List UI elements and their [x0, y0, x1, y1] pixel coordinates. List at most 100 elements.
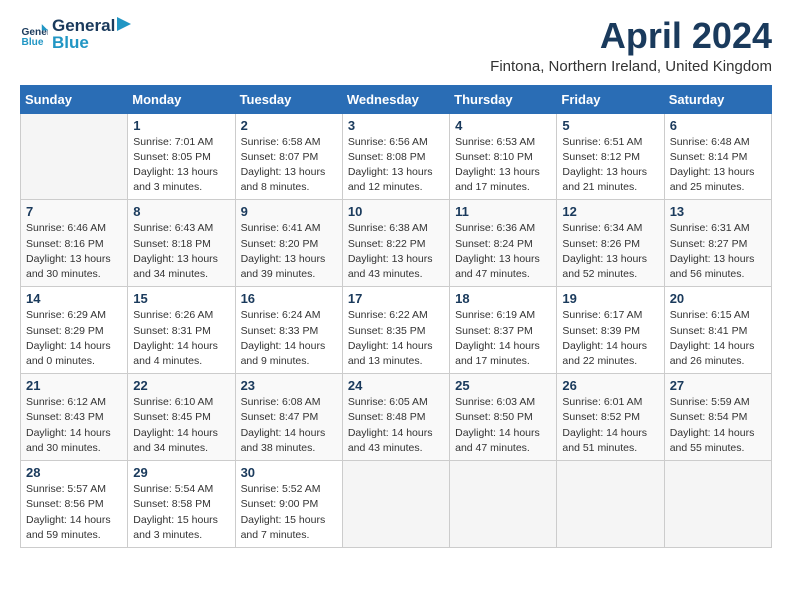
col-saturday: Saturday	[664, 85, 771, 113]
calendar-table: Sunday Monday Tuesday Wednesday Thursday…	[20, 85, 772, 548]
day-number: 18	[455, 291, 551, 306]
table-row	[557, 461, 664, 548]
day-number: 1	[133, 118, 229, 133]
col-thursday: Thursday	[450, 85, 557, 113]
logo-blue: Blue	[52, 33, 131, 53]
day-detail: Sunrise: 6:22 AMSunset: 8:35 PMDaylight:…	[348, 308, 444, 369]
table-row: 4Sunrise: 6:53 AMSunset: 8:10 PMDaylight…	[450, 113, 557, 200]
table-row: 21 Sunrise: 6:12 AMSunset: 8:43 PMDayligh…	[21, 374, 128, 461]
day-number: 19	[562, 291, 658, 306]
subtitle: Fintona, Northern Ireland, United Kingdo…	[490, 58, 772, 75]
day-number: 4	[455, 118, 551, 133]
day-number: 23	[241, 378, 337, 393]
logo-arrow	[117, 17, 131, 31]
title-block: April 2024 Fintona, Northern Ireland, Un…	[490, 16, 772, 75]
main-title: April 2024	[490, 16, 772, 56]
table-row: 27Sunrise: 5:59 AMSunset: 8:54 PMDayligh…	[664, 374, 771, 461]
svg-text:Blue: Blue	[22, 37, 44, 48]
week-row-3: 14 Sunrise: 6:29 AMSunset: 8:29 PMDayligh…	[21, 287, 772, 374]
day-number: 7	[26, 204, 122, 219]
day-detail: Sunrise: 6:03 AMSunset: 8:50 PMDaylight:…	[455, 395, 551, 456]
table-row: 13Sunrise: 6:31 AMSunset: 8:27 PMDayligh…	[664, 200, 771, 287]
day-detail: Sunrise: 6:17 AMSunset: 8:39 PMDaylight:…	[562, 308, 658, 369]
day-detail: Sunrise: 6:12 AMSunset: 8:43 PMDaylight:…	[26, 395, 122, 456]
day-detail: Sunrise: 6:08 AMSunset: 8:47 PMDaylight:…	[241, 395, 337, 456]
table-row: 20Sunrise: 6:15 AMSunset: 8:41 PMDayligh…	[664, 287, 771, 374]
day-detail: Sunrise: 6:58 AMSunset: 8:07 PMDaylight:…	[241, 135, 337, 196]
day-number: 30	[241, 465, 337, 480]
table-row: 3 Sunrise: 6:56 AMSunset: 8:08 PMDaylight…	[342, 113, 449, 200]
table-row: 15Sunrise: 6:26 AMSunset: 8:31 PMDayligh…	[128, 287, 235, 374]
day-detail: Sunrise: 6:43 AMSunset: 8:18 PMDaylight:…	[133, 221, 229, 282]
day-detail: Sunrise: 5:59 AMSunset: 8:54 PMDaylight:…	[670, 395, 766, 456]
table-row: 1Sunrise: 7:01 AMSunset: 8:05 PMDaylight…	[128, 113, 235, 200]
table-row	[664, 461, 771, 548]
day-number: 29	[133, 465, 229, 480]
day-detail: Sunrise: 6:01 AMSunset: 8:52 PMDaylight:…	[562, 395, 658, 456]
day-number: 9	[241, 204, 337, 219]
day-number: 13	[670, 204, 766, 219]
day-detail: Sunrise: 6:26 AMSunset: 8:31 PMDaylight:…	[133, 308, 229, 369]
table-row: 14 Sunrise: 6:29 AMSunset: 8:29 PMDayligh…	[21, 287, 128, 374]
day-number: 25	[455, 378, 551, 393]
table-row: 16Sunrise: 6:24 AMSunset: 8:33 PMDayligh…	[235, 287, 342, 374]
week-row-5: 28Sunrise: 5:57 AMSunset: 8:56 PMDayligh…	[21, 461, 772, 548]
day-number: 3	[348, 118, 444, 133]
table-row: 29 Sunrise: 5:54 AMSunset: 8:58 PMDayligh…	[128, 461, 235, 548]
table-row: 25 Sunrise: 6:03 AMSunset: 8:50 PMDayligh…	[450, 374, 557, 461]
day-detail: Sunrise: 6:56 AMSunset: 8:08 PMDaylight:…	[348, 135, 444, 196]
day-number: 6	[670, 118, 766, 133]
table-row: 24Sunrise: 6:05 AMSunset: 8:48 PMDayligh…	[342, 374, 449, 461]
day-detail: Sunrise: 6:38 AMSunset: 8:22 PMDaylight:…	[348, 221, 444, 282]
week-row-2: 7Sunrise: 6:46 AMSunset: 8:16 PMDaylight…	[21, 200, 772, 287]
logo-icon: General Blue	[20, 21, 48, 49]
table-row: 17Sunrise: 6:22 AMSunset: 8:35 PMDayligh…	[342, 287, 449, 374]
day-number: 2	[241, 118, 337, 133]
col-wednesday: Wednesday	[342, 85, 449, 113]
table-row: 30 Sunrise: 5:52 AMSunset: 9:00 PMDayligh…	[235, 461, 342, 548]
week-row-4: 21 Sunrise: 6:12 AMSunset: 8:43 PMDayligh…	[21, 374, 772, 461]
col-friday: Friday	[557, 85, 664, 113]
table-row: 10Sunrise: 6:38 AMSunset: 8:22 PMDayligh…	[342, 200, 449, 287]
day-detail: Sunrise: 6:34 AMSunset: 8:26 PMDaylight:…	[562, 221, 658, 282]
day-detail: Sunrise: 5:54 AMSunset: 8:58 PMDaylight:…	[133, 482, 229, 543]
day-number: 21	[26, 378, 122, 393]
logo: General Blue General Blue	[20, 16, 131, 53]
page: General Blue General Blue April 2024 Fin…	[0, 0, 792, 612]
day-detail: Sunrise: 6:15 AMSunset: 8:41 PMDaylight:…	[670, 308, 766, 369]
day-number: 12	[562, 204, 658, 219]
day-detail: Sunrise: 6:19 AMSunset: 8:37 PMDaylight:…	[455, 308, 551, 369]
day-number: 5	[562, 118, 658, 133]
table-row: 26 Sunrise: 6:01 AMSunset: 8:52 PMDayligh…	[557, 374, 664, 461]
header: General Blue General Blue April 2024 Fin…	[20, 16, 772, 75]
table-row: 28Sunrise: 5:57 AMSunset: 8:56 PMDayligh…	[21, 461, 128, 548]
col-sunday: Sunday	[21, 85, 128, 113]
day-detail: Sunrise: 6:36 AMSunset: 8:24 PMDaylight:…	[455, 221, 551, 282]
table-row: 2 Sunrise: 6:58 AMSunset: 8:07 PMDaylight…	[235, 113, 342, 200]
table-row: 9 Sunrise: 6:41 AMSunset: 8:20 PMDaylight…	[235, 200, 342, 287]
day-detail: Sunrise: 6:29 AMSunset: 8:29 PMDaylight:…	[26, 308, 122, 369]
day-number: 22	[133, 378, 229, 393]
table-row: 7Sunrise: 6:46 AMSunset: 8:16 PMDaylight…	[21, 200, 128, 287]
day-number: 14	[26, 291, 122, 306]
day-number: 11	[455, 204, 551, 219]
table-row: 19 Sunrise: 6:17 AMSunset: 8:39 PMDayligh…	[557, 287, 664, 374]
col-monday: Monday	[128, 85, 235, 113]
table-row	[21, 113, 128, 200]
day-number: 26	[562, 378, 658, 393]
table-row: 18 Sunrise: 6:19 AMSunset: 8:37 PMDayligh…	[450, 287, 557, 374]
header-row: Sunday Monday Tuesday Wednesday Thursday…	[21, 85, 772, 113]
table-row: 5 Sunrise: 6:51 AMSunset: 8:12 PMDaylight…	[557, 113, 664, 200]
table-row: 22Sunrise: 6:10 AMSunset: 8:45 PMDayligh…	[128, 374, 235, 461]
day-detail: Sunrise: 6:51 AMSunset: 8:12 PMDaylight:…	[562, 135, 658, 196]
day-detail: Sunrise: 6:48 AMSunset: 8:14 PMDaylight:…	[670, 135, 766, 196]
day-detail: Sunrise: 5:52 AMSunset: 9:00 PMDaylight:…	[241, 482, 337, 543]
day-detail: Sunrise: 6:41 AMSunset: 8:20 PMDaylight:…	[241, 221, 337, 282]
day-number: 28	[26, 465, 122, 480]
table-row: 11 Sunrise: 6:36 AMSunset: 8:24 PMDayligh…	[450, 200, 557, 287]
table-row: 6 Sunrise: 6:48 AMSunset: 8:14 PMDaylight…	[664, 113, 771, 200]
table-row: 8 Sunrise: 6:43 AMSunset: 8:18 PMDaylight…	[128, 200, 235, 287]
day-detail: Sunrise: 6:24 AMSunset: 8:33 PMDaylight:…	[241, 308, 337, 369]
day-number: 8	[133, 204, 229, 219]
day-detail: Sunrise: 6:05 AMSunset: 8:48 PMDaylight:…	[348, 395, 444, 456]
